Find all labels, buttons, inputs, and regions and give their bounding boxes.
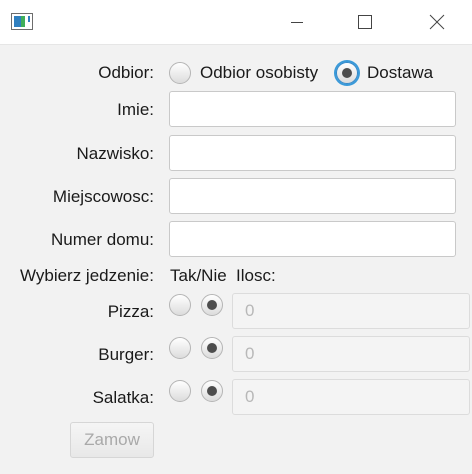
radio-odbior-osobisty[interactable] xyxy=(169,62,191,84)
numer-domu-input[interactable] xyxy=(169,221,456,257)
burger-yes-radio[interactable] xyxy=(169,337,191,359)
salatka-no-radio[interactable] xyxy=(201,380,223,402)
nazwisko-label: Nazwisko: xyxy=(76,144,154,163)
pizza-quantity-input[interactable]: 0 xyxy=(232,293,470,329)
order-button[interactable]: Zamow xyxy=(70,422,154,458)
close-button[interactable] xyxy=(414,0,460,44)
pickup-label: Odbior: xyxy=(98,63,154,82)
salatka-quantity-placeholder: 0 xyxy=(245,387,255,406)
close-icon xyxy=(429,14,445,30)
salatka-label: Salatka: xyxy=(92,388,154,407)
burger-label: Burger: xyxy=(98,345,154,364)
yes-no-header: Tak/Nie xyxy=(170,266,227,285)
java-app-icon xyxy=(11,13,33,30)
numer-domu-label: Numer domu: xyxy=(51,230,154,249)
salatka-yes-radio[interactable] xyxy=(169,380,191,402)
salatka-quantity-input[interactable]: 0 xyxy=(232,379,470,415)
radio-dostawa[interactable] xyxy=(336,62,358,84)
nazwisko-input[interactable] xyxy=(169,135,456,171)
minimize-icon xyxy=(291,22,303,23)
quantity-header: Ilosc: xyxy=(236,266,276,285)
title-bar xyxy=(0,0,472,45)
pizza-quantity-placeholder: 0 xyxy=(245,301,255,320)
miejscowosc-label: Miejscowosc: xyxy=(52,187,154,206)
food-header-label: Wybierz jedzenie: xyxy=(19,266,154,285)
radio-dostawa-label: Dostawa xyxy=(367,63,434,82)
maximize-button[interactable] xyxy=(342,0,388,44)
burger-quantity-placeholder: 0 xyxy=(245,344,255,363)
imie-input[interactable] xyxy=(169,91,456,127)
imie-label: Imie: xyxy=(117,100,154,119)
burger-no-radio[interactable] xyxy=(201,337,223,359)
miejscowosc-input[interactable] xyxy=(169,178,456,214)
radio-odbior-osobisty-label: Odbior osobisty xyxy=(200,63,319,82)
burger-quantity-input[interactable]: 0 xyxy=(232,336,470,372)
pizza-yes-radio[interactable] xyxy=(169,294,191,316)
minimize-button[interactable] xyxy=(274,0,320,44)
maximize-icon xyxy=(358,15,372,29)
pizza-label: Pizza: xyxy=(107,302,154,321)
pizza-no-radio[interactable] xyxy=(201,294,223,316)
